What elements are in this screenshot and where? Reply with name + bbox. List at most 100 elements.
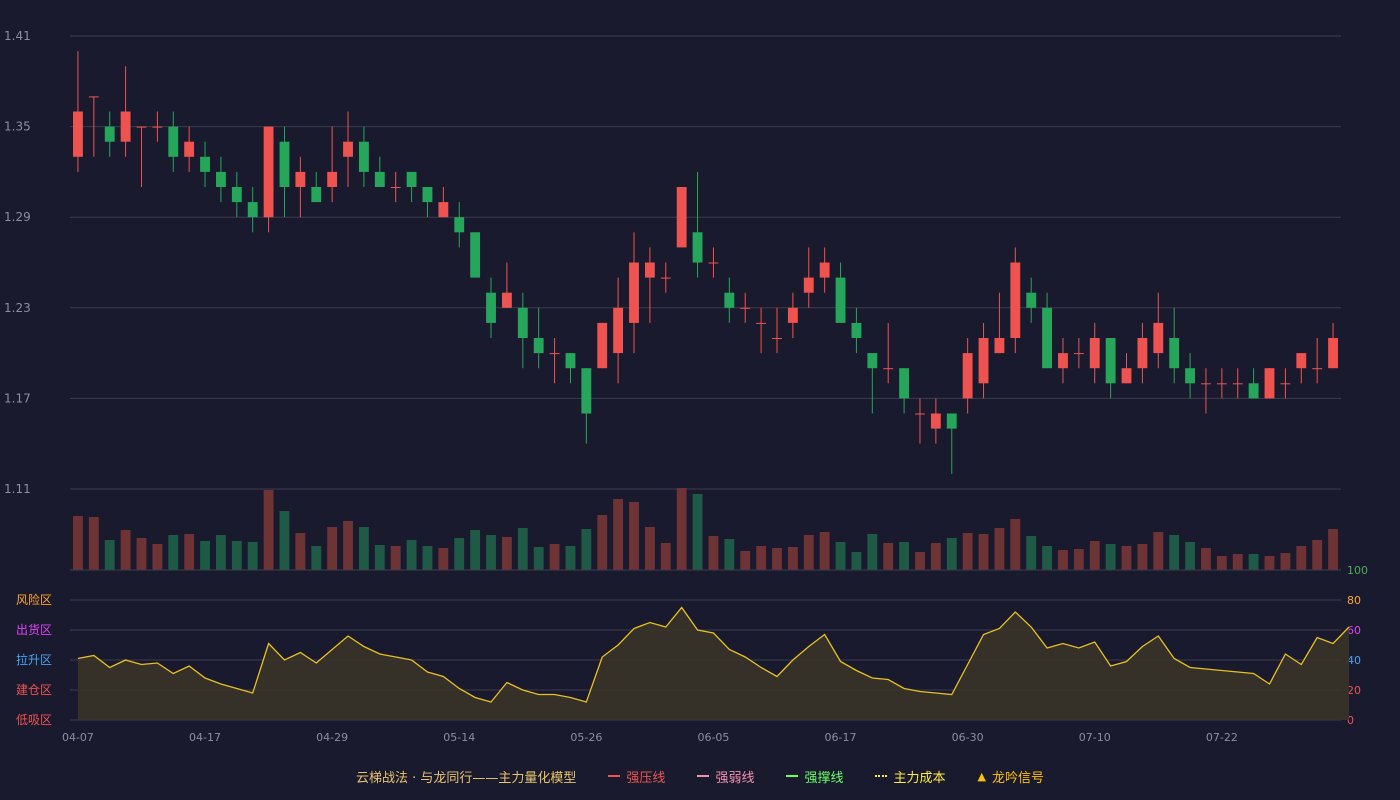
candle-body bbox=[1216, 383, 1227, 385]
candle-body bbox=[470, 232, 481, 278]
volume-bar bbox=[613, 499, 624, 570]
legend-label: 主力成本 bbox=[893, 770, 946, 786]
volume-bar bbox=[1232, 554, 1243, 570]
candle-body bbox=[565, 353, 576, 369]
volume-bar bbox=[486, 535, 496, 570]
volume-bar bbox=[1264, 556, 1275, 570]
candle-body bbox=[231, 187, 242, 203]
candle-body bbox=[374, 171, 385, 187]
candle-body bbox=[454, 217, 465, 233]
candle-body bbox=[1058, 353, 1068, 369]
candle-body bbox=[1105, 338, 1116, 384]
candle-body bbox=[263, 126, 274, 218]
volume-bar bbox=[517, 528, 528, 570]
volume-bar bbox=[168, 535, 179, 570]
volume-bar bbox=[740, 551, 751, 570]
price-tick-label: 1.17 bbox=[4, 391, 31, 405]
volume-bar bbox=[422, 546, 433, 570]
volume-bar bbox=[184, 534, 195, 570]
legend-swatch bbox=[697, 775, 710, 777]
candle-body bbox=[613, 307, 624, 354]
volume-bar bbox=[1026, 536, 1037, 570]
volume-bar bbox=[1248, 554, 1259, 570]
candle-body bbox=[486, 292, 496, 323]
candle-body bbox=[533, 338, 544, 354]
candle-body bbox=[819, 262, 830, 278]
candle-body bbox=[772, 338, 782, 339]
candle-body bbox=[1264, 368, 1275, 399]
candle-body bbox=[517, 307, 528, 338]
legend-item: 强弱线 bbox=[697, 767, 754, 786]
volume-bar bbox=[136, 538, 147, 570]
volume-bar bbox=[581, 529, 592, 570]
volume-bar bbox=[279, 511, 290, 570]
osc-tick-label: 80 bbox=[1347, 594, 1361, 607]
zone-label: 出货区 bbox=[16, 622, 52, 637]
volume-bar bbox=[676, 488, 687, 570]
candle-body bbox=[835, 277, 846, 323]
volume-bar bbox=[962, 533, 973, 570]
volume-bar bbox=[216, 535, 226, 570]
candle-body bbox=[724, 292, 735, 308]
candle-body bbox=[549, 353, 560, 355]
volume-bar bbox=[867, 534, 878, 570]
osc-area bbox=[77, 607, 1349, 720]
volume-bar bbox=[930, 543, 941, 570]
volume-bar bbox=[1312, 540, 1323, 570]
legend-label: 龙吟信号 bbox=[991, 770, 1044, 786]
volume-bar bbox=[994, 528, 1005, 570]
candle-body bbox=[247, 202, 258, 218]
volume-bar bbox=[390, 546, 401, 570]
x-tick-label: 07-22 bbox=[1206, 731, 1238, 744]
volume-bar bbox=[343, 521, 353, 570]
candle-body bbox=[629, 262, 639, 323]
zone-label: 拉升区 bbox=[16, 652, 52, 667]
legend-item: 强压线 bbox=[608, 767, 665, 786]
zone-label: 建仓区 bbox=[16, 683, 52, 697]
volume-bar bbox=[1201, 548, 1211, 570]
candle-body bbox=[1328, 338, 1338, 369]
legend-item: 云梯战法 · 与龙同行——主力量化模型 bbox=[356, 767, 576, 786]
candle-body bbox=[708, 262, 719, 264]
candle-body bbox=[644, 262, 655, 278]
volume-bar bbox=[1296, 546, 1307, 570]
osc-tick-label: 20 bbox=[1347, 684, 1361, 697]
volume-bar bbox=[1089, 541, 1100, 570]
volume-bar bbox=[1058, 550, 1068, 570]
candle-body bbox=[994, 338, 1005, 354]
candle-body bbox=[1169, 338, 1180, 369]
candle-body bbox=[978, 338, 989, 384]
osc-tick-label: 60 bbox=[1347, 624, 1361, 637]
candle-body bbox=[88, 96, 99, 98]
candle-body bbox=[915, 413, 925, 415]
price-tick-label: 1.41 bbox=[4, 29, 31, 43]
candle-body bbox=[883, 368, 894, 370]
volume-bar bbox=[899, 542, 910, 570]
volume-bar bbox=[120, 530, 131, 570]
legend-item: ▲ 龙吟信号 bbox=[977, 767, 1043, 786]
volume-bar bbox=[533, 547, 544, 570]
candle-body bbox=[660, 277, 671, 279]
price-tick-label: 1.11 bbox=[4, 482, 31, 496]
candle-body bbox=[676, 187, 687, 248]
legend-label: 强撑线 bbox=[804, 770, 844, 786]
candle-body bbox=[1296, 353, 1307, 369]
candle-body bbox=[279, 141, 290, 187]
x-tick-label: 04-17 bbox=[189, 731, 221, 744]
volume-bar bbox=[1042, 546, 1053, 570]
volume-bar bbox=[1105, 544, 1116, 570]
volume-bar bbox=[692, 494, 703, 570]
candle-body bbox=[438, 202, 449, 218]
volume-bar bbox=[1121, 546, 1132, 570]
volume-bar bbox=[819, 532, 830, 570]
volume-bar bbox=[883, 543, 894, 570]
volume-bar bbox=[470, 530, 481, 570]
volume-bar bbox=[1137, 544, 1148, 570]
volume-bar bbox=[1328, 529, 1338, 570]
legend-item: 主力成本 bbox=[875, 767, 945, 786]
candle-body bbox=[581, 368, 592, 414]
volume-bar bbox=[454, 538, 465, 570]
candle-body bbox=[390, 187, 401, 188]
price-tick-label: 1.29 bbox=[4, 210, 31, 224]
candle-body bbox=[358, 141, 369, 172]
